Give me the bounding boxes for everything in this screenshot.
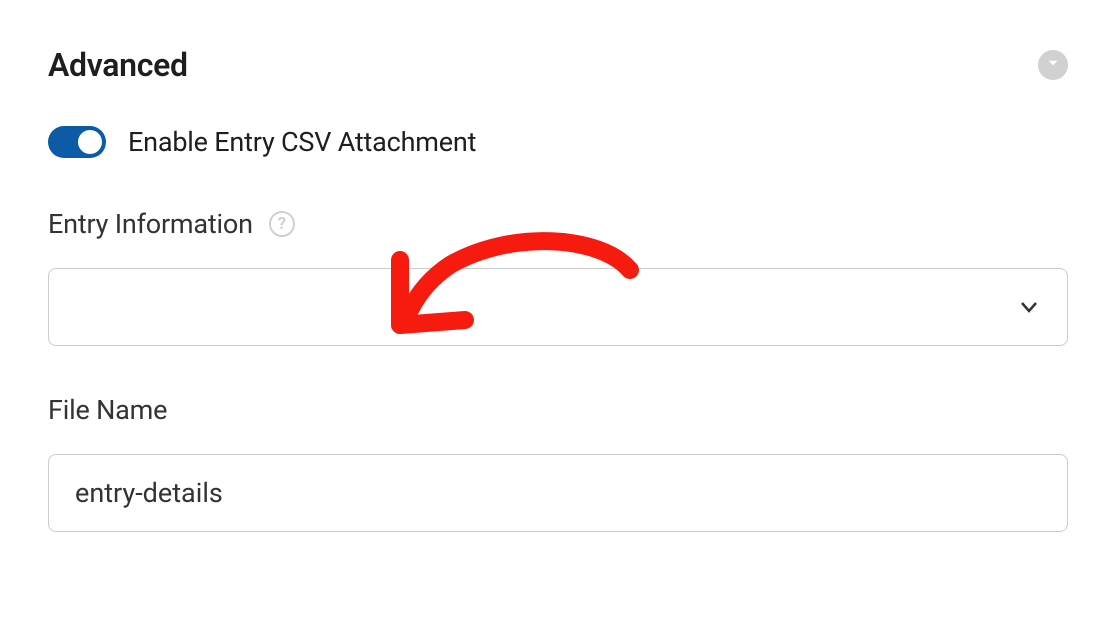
section-header: Advanced (48, 46, 1068, 84)
collapse-toggle-button[interactable] (1038, 50, 1068, 80)
help-icon[interactable]: ? (269, 211, 295, 237)
toggle-knob (78, 130, 102, 154)
file-name-input[interactable] (48, 454, 1068, 532)
entry-information-label: Entry Information (48, 208, 253, 240)
file-name-field-group: File Name (48, 394, 1068, 532)
entry-information-field-group: Entry Information ? (48, 208, 1068, 346)
csv-attachment-toggle-row: Enable Entry CSV Attachment (48, 126, 1068, 158)
chevron-down-icon (1044, 54, 1062, 76)
csv-attachment-toggle[interactable] (48, 126, 106, 158)
file-name-label: File Name (48, 394, 167, 426)
entry-information-select[interactable] (48, 268, 1068, 346)
advanced-settings-panel: Advanced Enable Entry CSV Attachment Ent… (48, 46, 1068, 532)
field-label-row: Entry Information ? (48, 208, 1068, 240)
section-title: Advanced (48, 46, 188, 84)
csv-attachment-label: Enable Entry CSV Attachment (128, 126, 476, 158)
field-label-row: File Name (48, 394, 1068, 426)
chevron-down-icon (1017, 295, 1041, 319)
